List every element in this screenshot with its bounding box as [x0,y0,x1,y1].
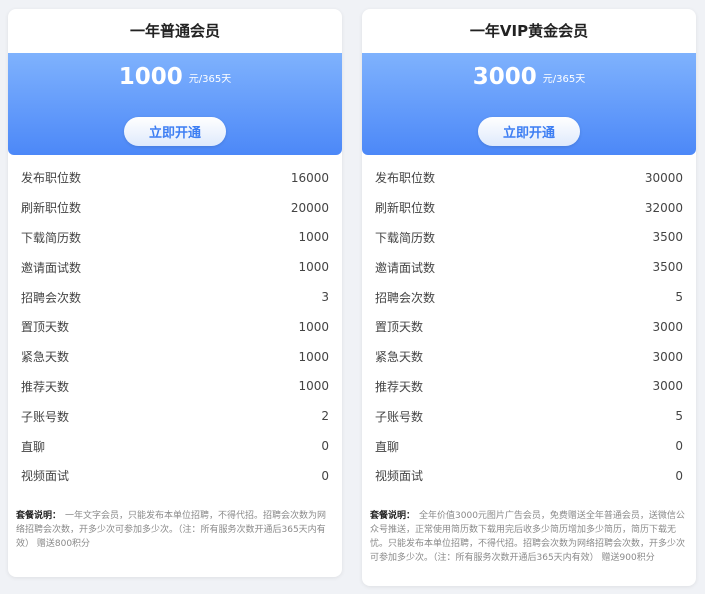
price-row: 3000 元/365天 [362,53,696,90]
feature-value: 1000 [298,379,329,394]
price-row: 1000 元/365天 [8,53,342,90]
plan-title: 一年VIP黄金会员 [469,22,589,40]
feature-value: 3000 [652,379,683,394]
feature-row-download-resumes: 下载简历数 1000 [21,223,329,253]
feature-row-video-interview: 视频面试 0 [21,461,329,491]
feature-row-job-fairs: 招聘会次数 5 [375,282,683,312]
feature-row-video-interview: 视频面试 0 [375,461,683,491]
feature-row-post-jobs: 发布职位数 16000 [21,163,329,193]
feature-row-refresh-jobs: 刷新职位数 32000 [375,193,683,223]
feature-value: 5 [675,409,683,424]
note-text: 一年文字会员，只能发布本单位招聘，不得代招。招聘会次数为网络招聘会次数，开多少次… [16,510,327,549]
feature-value: 3500 [652,260,683,275]
feature-label: 直聊 [21,439,46,454]
feature-label: 刷新职位数 [375,201,436,216]
feature-label: 刷新职位数 [21,201,82,216]
plan-title: 一年普通会员 [129,22,220,40]
feature-value: 1000 [298,349,329,364]
feature-row-pinned-days: 置顶天数 1000 [21,312,329,342]
feature-value: 20000 [290,200,329,215]
feature-label: 直聊 [375,439,400,454]
feature-value: 3000 [652,349,683,364]
feature-value: 1000 [298,260,329,275]
feature-row-interview-invites: 邀请面试数 3500 [375,252,683,282]
feature-row-recommend-days: 推荐天数 1000 [21,372,329,402]
note-label: 套餐说明： [370,510,416,521]
feature-label: 下载简历数 [375,230,436,245]
feature-label: 子账号数 [21,409,70,424]
note-label: 套餐说明： [16,510,62,521]
feature-value: 0 [675,439,683,454]
feature-row-direct-chat: 直聊 0 [21,431,329,461]
feature-label: 视频面试 [21,469,70,484]
feature-label: 紧急天数 [375,350,424,365]
feature-label: 发布职位数 [375,171,436,186]
feature-row-refresh-jobs: 刷新职位数 20000 [21,193,329,223]
feature-label: 发布职位数 [21,171,82,186]
feature-row-sub-accounts: 子账号数 2 [21,401,329,431]
feature-label: 推荐天数 [375,379,424,394]
price-unit: 元/365天 [542,73,586,85]
feature-row-post-jobs: 发布职位数 30000 [375,163,683,193]
feature-row-download-resumes: 下载简历数 3500 [375,223,683,253]
feature-value: 1000 [298,230,329,245]
feature-list: 发布职位数 16000 刷新职位数 20000 下载简历数 1000 邀请面试数 100… [8,155,342,491]
feature-label: 邀请面试数 [375,260,436,275]
feature-value: 1000 [298,319,329,334]
price-banner: 1000 元/365天 立即开通 [8,53,342,155]
feature-label: 置顶天数 [375,320,424,335]
feature-label: 招聘会次数 [21,290,82,305]
feature-row-direct-chat: 直聊 0 [375,431,683,461]
feature-label: 下载简历数 [21,230,82,245]
plan-price: 1000 [118,64,183,90]
price-unit: 元/365天 [188,73,232,85]
plan-note: 套餐说明： 全年价值3000元图片广告会员，免费赠送全年普通会员，送微信公众号推送… [362,491,696,565]
feature-row-urgent-days: 紧急天数 3000 [375,342,683,372]
feature-label: 邀请面试数 [21,260,82,275]
feature-value: 16000 [290,170,329,185]
feature-list: 发布职位数 30000 刷新职位数 32000 下载简历数 3500 邀请面试数 350… [362,155,696,491]
feature-row-recommend-days: 推荐天数 3000 [375,372,683,402]
feature-value: 30000 [644,170,683,185]
feature-label: 紧急天数 [21,350,70,365]
feature-value: 32000 [644,200,683,215]
feature-value: 3500 [652,230,683,245]
feature-row-pinned-days: 置顶天数 3000 [375,312,683,342]
feature-label: 推荐天数 [21,379,70,394]
feature-label: 视频面试 [375,469,424,484]
feature-value: 0 [321,439,329,454]
feature-row-urgent-days: 紧急天数 1000 [21,342,329,372]
activate-button[interactable]: 立即开通 [478,117,580,146]
feature-value: 0 [321,468,329,483]
activate-button[interactable]: 立即开通 [124,117,226,146]
feature-value: 5 [675,290,683,305]
feature-row-job-fairs: 招聘会次数 3 [21,282,329,312]
plan-card-vip-gold: 一年VIP黄金会员 3000 元/365天 立即开通 发布职位数 30000 刷新职… [362,9,696,586]
feature-value: 3000 [652,319,683,334]
plan-note: 套餐说明： 一年文字会员，只能发布本单位招聘，不得代招。招聘会次数为网络招聘会次数… [8,491,342,551]
feature-label: 子账号数 [375,409,424,424]
note-text: 全年价值3000元图片广告会员，免费赠送全年普通会员，送微信公众号推送，正常使用… [370,510,686,563]
feature-label: 置顶天数 [21,320,70,335]
price-banner: 3000 元/365天 立即开通 [362,53,696,155]
feature-value: 3 [321,290,329,305]
feature-value: 0 [675,468,683,483]
feature-value: 2 [321,409,329,424]
feature-label: 招聘会次数 [375,290,436,305]
plan-price: 3000 [472,64,537,90]
feature-row-interview-invites: 邀请面试数 1000 [21,252,329,282]
plan-card-regular: 一年普通会员 1000 元/365天 立即开通 发布职位数 16000 刷新职位数 2… [8,9,342,577]
feature-row-sub-accounts: 子账号数 5 [375,401,683,431]
